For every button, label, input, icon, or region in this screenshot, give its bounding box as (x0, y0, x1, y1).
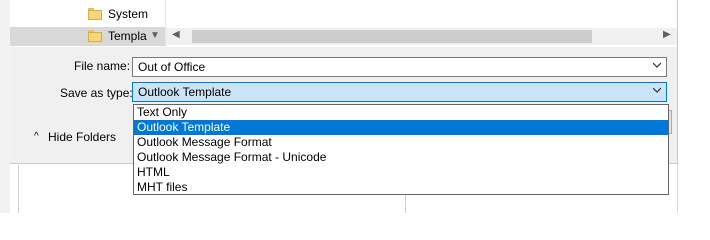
hide-folders-label: Hide Folders (48, 130, 117, 144)
scroll-right-icon[interactable]: ▶ (663, 29, 671, 40)
background-divider (18, 165, 19, 213)
scroll-left-icon[interactable]: ◀ (172, 29, 180, 40)
save-type-option[interactable]: Text Only (134, 105, 668, 120)
file-name-label: File name: (74, 59, 131, 73)
save-type-label: Save as type: (60, 86, 133, 100)
chevron-down-icon[interactable] (653, 86, 661, 94)
save-type-option[interactable]: HTML (134, 165, 668, 180)
save-type-value: Outlook Template (138, 85, 232, 99)
nav-folder-system[interactable]: System (10, 5, 165, 24)
chevron-down-icon[interactable]: ▼ (150, 30, 160, 41)
horizontal-scrollbar[interactable]: ◀ ▶ (166, 28, 677, 45)
nav-folder-templates[interactable]: Templa (10, 27, 165, 46)
save-type-option-selected[interactable]: Outlook Template (134, 120, 668, 135)
file-name-value: Out of Office (138, 60, 206, 74)
folder-icon (88, 8, 102, 20)
save-type-option[interactable]: Outlook Message Format (134, 135, 668, 150)
nav-folder-label: Templa (108, 29, 147, 43)
file-list-pane: ◀ ▶ (166, 0, 677, 47)
save-type-select[interactable]: Outlook Template (132, 82, 667, 102)
nav-folder-label: System (108, 7, 149, 21)
chevron-down-icon[interactable] (653, 61, 661, 69)
save-type-option[interactable]: Outlook Message Format - Unicode (134, 150, 668, 165)
save-type-option[interactable]: MHT files (134, 180, 668, 195)
navigation-pane: System Templa ▼ (10, 0, 165, 47)
folder-icon (88, 30, 102, 42)
file-name-input[interactable]: Out of Office (132, 57, 667, 77)
scrollbar-thumb[interactable] (192, 30, 592, 43)
background-left (0, 0, 10, 213)
chevron-up-icon: ^ (34, 131, 39, 142)
save-type-dropdown-list: Text Only Outlook Template Outlook Messa… (133, 104, 669, 195)
